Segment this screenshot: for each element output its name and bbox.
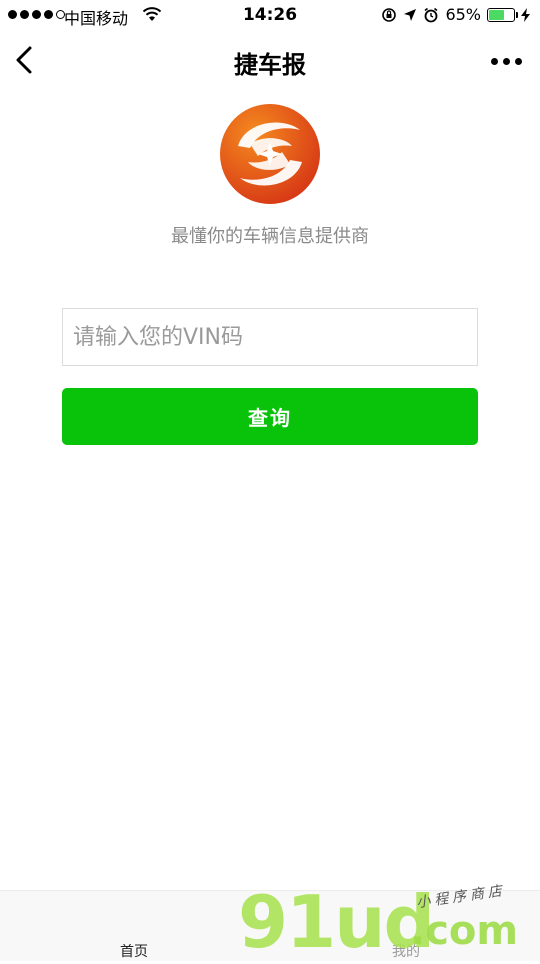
orientation-lock-icon bbox=[382, 7, 397, 22]
vin-input[interactable] bbox=[62, 308, 478, 366]
query-button[interactable]: 查询 bbox=[62, 388, 478, 445]
battery-icon bbox=[487, 7, 518, 22]
page-title: 捷车报 bbox=[234, 51, 306, 79]
charging-bolt-icon bbox=[521, 7, 530, 22]
tab-home[interactable]: 首页 bbox=[120, 941, 148, 961]
location-arrow-icon bbox=[404, 8, 417, 21]
watermark: 91ud .com 小程序商店 bbox=[238, 880, 540, 964]
status-right-group: 65% bbox=[381, 5, 530, 24]
alarm-clock-icon bbox=[424, 7, 438, 22]
battery-level-fill bbox=[489, 9, 505, 20]
more-dots-icon[interactable] bbox=[491, 58, 522, 65]
status-bar: 中国移动 14:26 65% bbox=[0, 0, 540, 32]
nav-bar: 捷车报 bbox=[0, 32, 540, 90]
watermark-domain: .com bbox=[410, 908, 519, 954]
brand-slogan: 最懂你的车辆信息提供商 bbox=[171, 226, 369, 247]
brand-logo bbox=[220, 104, 320, 204]
battery-percent: 65% bbox=[445, 5, 481, 24]
watermark-logo-text: 91ud bbox=[238, 880, 435, 964]
